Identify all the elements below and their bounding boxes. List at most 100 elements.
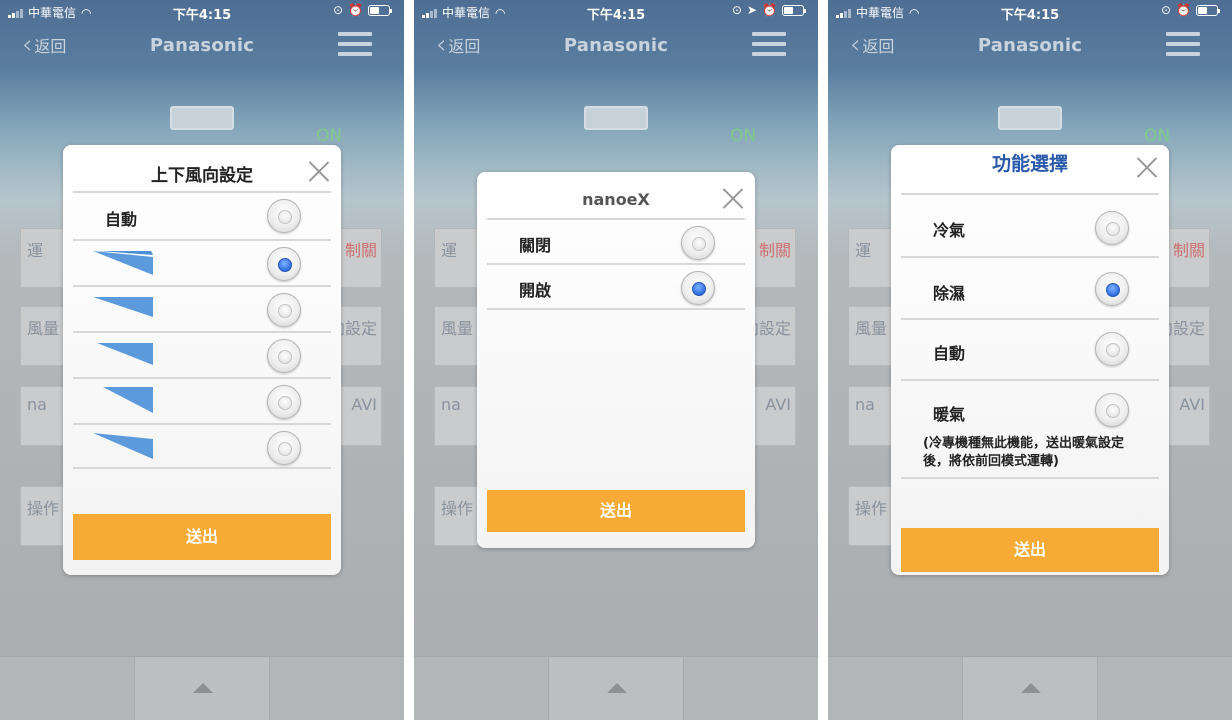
bottom-bar — [0, 656, 404, 720]
menu-icon[interactable] — [752, 32, 786, 62]
option-label: 自動 — [105, 210, 138, 229]
bottom-bar — [828, 656, 1232, 720]
option-label: 自動 — [933, 344, 966, 363]
wind-direction-5-icon — [93, 433, 153, 459]
mode-option-heat[interactable]: 暖氣 — [901, 379, 1159, 439]
dialog-title: 上下風向設定 — [151, 166, 253, 186]
bg-tile-nanoe: na — [20, 386, 68, 446]
wind-direction-3-icon — [97, 343, 153, 365]
arrow-up-icon — [607, 683, 627, 693]
status-bar: 中華電信 ◠ 下午4:15 ⊙ ⏰ — [0, 0, 404, 23]
air-conditioner-icon — [584, 106, 648, 130]
alarm-icon: ⏰ — [348, 3, 363, 17]
bg-tile-nanoe: na — [434, 386, 482, 446]
close-icon[interactable] — [1135, 155, 1159, 179]
divider — [901, 477, 1159, 479]
battery-icon — [368, 4, 392, 16]
menu-icon[interactable] — [338, 32, 372, 62]
divider — [487, 308, 745, 310]
bg-tile-fan: 風量 — [20, 306, 68, 366]
radio-off[interactable] — [681, 226, 715, 260]
nav-bar: ‹ 返回 Panasonic — [828, 26, 1232, 66]
radio-dry[interactable] — [1095, 272, 1129, 306]
rotation-lock-icon: ⊙ — [332, 3, 344, 17]
radio-direction-2[interactable] — [267, 293, 301, 327]
expand-button[interactable] — [962, 657, 1098, 720]
status-bar: 中華電信 ◠ 下午4:15 ⊙ ➤ ⏰ — [414, 0, 818, 23]
option-label: 冷氣 — [933, 221, 966, 240]
arrow-up-icon — [1021, 683, 1041, 693]
close-icon[interactable] — [721, 186, 745, 210]
bottom-bar — [414, 656, 818, 720]
bg-tile-fan: 風量 — [434, 306, 482, 366]
dialog-title: nanoeX — [582, 190, 650, 209]
nanoex-dialog: nanoeX 關閉 開啟 送出 — [477, 172, 755, 548]
mode-option-auto[interactable]: 自動 — [901, 318, 1159, 378]
nav-bar: ‹ 返回 Panasonic — [0, 26, 404, 66]
airflow-dialog: 上下風向設定 自動 送出 — [63, 145, 341, 575]
airflow-option-4[interactable] — [73, 377, 331, 423]
option-label: 暖氣 — [933, 405, 966, 424]
mode-option-cool[interactable]: 冷氣 — [901, 193, 1159, 253]
bg-tile-mode: 運 — [434, 228, 482, 288]
send-button[interactable]: 送出 — [487, 490, 745, 532]
bg-tile-mode: 運 — [848, 228, 896, 288]
power-state-label: ON — [1144, 126, 1171, 146]
radio-auto[interactable] — [267, 199, 301, 233]
location-icon: ➤ — [746, 3, 758, 17]
air-conditioner-icon — [998, 106, 1062, 130]
bg-tile-operation: 操作 — [848, 486, 896, 546]
dialog-title: 功能選擇 — [991, 153, 1068, 175]
wind-direction-4-icon — [103, 387, 153, 413]
airflow-option-3[interactable] — [73, 331, 331, 377]
option-label: 除濕 — [933, 284, 966, 303]
battery-icon — [1196, 4, 1220, 16]
mode-option-dry[interactable]: 除濕 — [901, 256, 1159, 316]
alarm-icon: ⏰ — [1176, 3, 1191, 17]
mode-dialog: 功能選擇 冷氣 除濕 自動 暖氣 (冷專機種無此機能，送出暖氣設定後，將依前回模… — [891, 145, 1169, 575]
airflow-option-2[interactable] — [73, 285, 331, 331]
screen-mode: 中華電信 ◠ 下午4:15 ⊙ ⏰ ‹ 返回 Panasonic ON 運 風量… — [828, 0, 1232, 720]
bg-tile-mode: 運 — [20, 228, 68, 288]
radio-direction-3[interactable] — [267, 339, 301, 373]
rotation-lock-icon: ⊙ — [1160, 3, 1172, 17]
radio-heat[interactable] — [1095, 393, 1129, 427]
send-button[interactable]: 送出 — [901, 528, 1159, 572]
nav-bar: ‹ 返回 Panasonic — [414, 26, 818, 66]
airflow-option-5[interactable] — [73, 423, 331, 469]
divider — [73, 467, 331, 469]
radio-cool[interactable] — [1095, 211, 1129, 245]
bg-tile-operation: 操作 — [20, 486, 68, 546]
radio-direction-5[interactable] — [267, 431, 301, 465]
power-state-label: ON — [316, 126, 343, 146]
arrow-up-icon — [193, 683, 213, 693]
send-button[interactable]: 送出 — [73, 514, 331, 560]
radio-direction-4[interactable] — [267, 385, 301, 419]
battery-icon — [782, 4, 806, 16]
nanoex-option-off[interactable]: 關閉 — [487, 218, 745, 264]
radio-on[interactable] — [681, 271, 715, 305]
screen-nanoex: 中華電信 ◠ 下午4:15 ⊙ ➤ ⏰ ‹ 返回 Panasonic ON 運 … — [414, 0, 818, 720]
bg-tile-fan: 風量 — [848, 306, 896, 366]
menu-icon[interactable] — [1166, 32, 1200, 62]
power-state-label: ON — [730, 126, 757, 146]
option-label: 關閉 — [519, 236, 552, 255]
wind-direction-2-icon — [93, 297, 153, 317]
radio-direction-1[interactable] — [267, 247, 301, 281]
air-conditioner-icon — [170, 106, 234, 130]
bg-tile-operation: 操作 — [434, 486, 482, 546]
airflow-option-1[interactable] — [73, 239, 331, 285]
option-label: 開啟 — [519, 281, 552, 300]
radio-auto[interactable] — [1095, 332, 1129, 366]
airflow-option-auto[interactable]: 自動 — [73, 191, 331, 237]
screen-airflow: 中華電信 ◠ 下午4:15 ⊙ ⏰ ‹ 返回 Panasonic ON 運 風量… — [0, 0, 404, 720]
rotation-lock-icon: ⊙ — [731, 3, 742, 17]
status-bar: 中華電信 ◠ 下午4:15 ⊙ ⏰ — [828, 0, 1232, 23]
close-icon[interactable] — [307, 159, 331, 183]
heat-note: (冷專機種無此機能，送出暖氣設定後，將依前回模式運轉) — [923, 436, 1124, 469]
wind-direction-1-icon — [93, 251, 153, 275]
expand-button[interactable] — [134, 657, 270, 720]
nanoex-option-on[interactable]: 開啟 — [487, 263, 745, 309]
expand-button[interactable] — [548, 657, 684, 720]
bg-tile-nanoe: na — [848, 386, 896, 446]
